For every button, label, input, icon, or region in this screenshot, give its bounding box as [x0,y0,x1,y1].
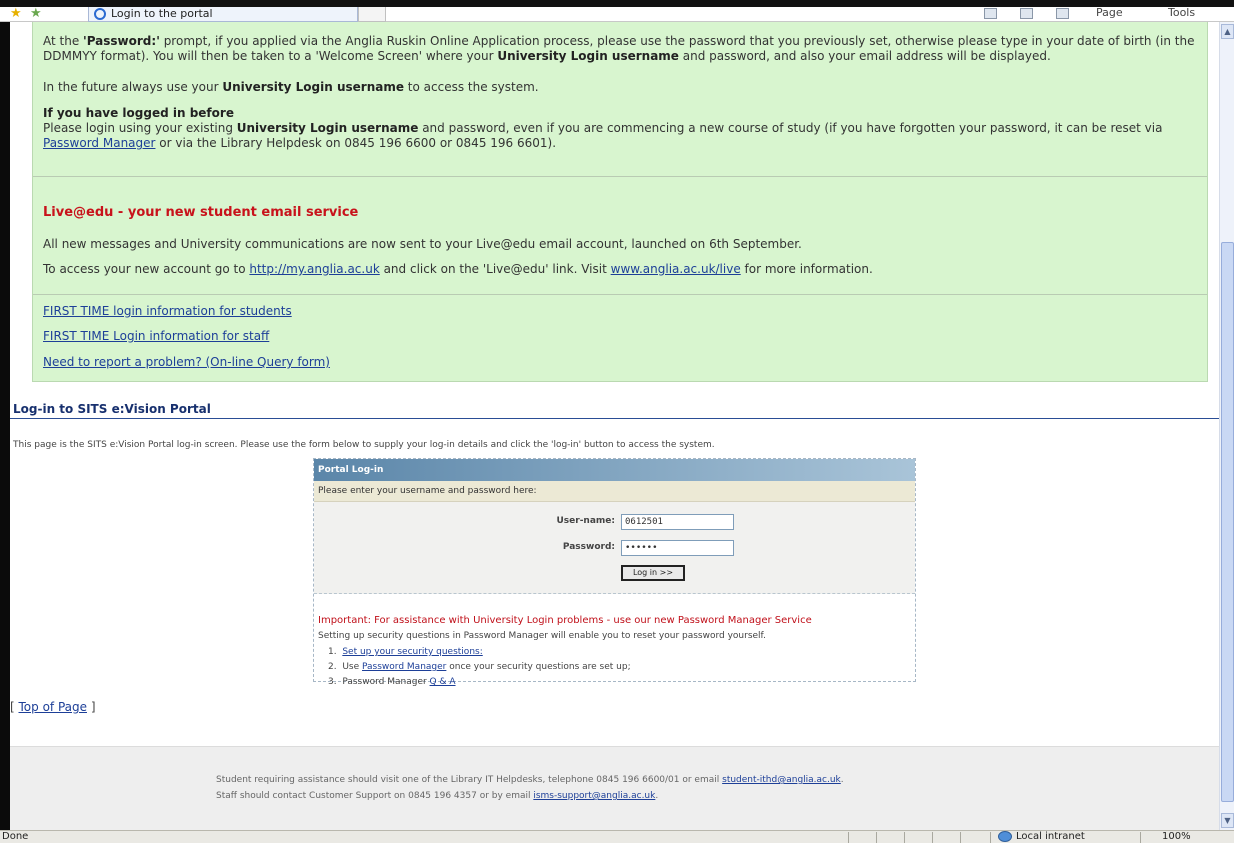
status-divider [1140,832,1141,843]
top-of-page-link[interactable]: Top of Page [19,700,88,714]
status-divider [990,832,991,843]
report-problem-link-row: Need to report a problem? (On-line Query… [43,355,1197,370]
isms-support-email-link[interactable]: isms-support@anglia.ac.uk [533,791,655,801]
window-edge [0,0,1234,7]
password-manager-link-2[interactable]: Password Manager [362,662,446,672]
tools-menu[interactable]: Tools [1168,6,1195,19]
scroll-down-icon[interactable]: ▼ [1221,813,1234,828]
divider [33,176,1207,177]
feeds-icon[interactable] [1020,8,1033,19]
footer-student-help: Student requiring assistance should visi… [216,775,844,785]
top-of-page: [ Top of Page ] [10,700,96,714]
student-ithd-email-link[interactable]: student-ithd@anglia.ac.uk [722,775,841,785]
login-button[interactable]: Log in >> [621,565,685,581]
logged-in-before-text: Please login using your existing Univers… [43,121,1163,150]
username-field[interactable]: 0612501 [621,514,734,530]
password-field[interactable]: •••••• [621,540,734,556]
footer-staff-help: Staff should contact Customer Support on… [216,791,659,801]
status-divider [904,832,905,843]
security-zone[interactable]: Local intranet [1016,831,1085,842]
section-title: Log-in to SITS e:Vision Portal [13,402,211,416]
step-3: 3. Password Manager Q & A [328,677,456,687]
status-text: Done [2,831,29,842]
tab-title: Login to the portal [111,7,213,20]
page-viewport: At the 'Password:' prompt, if you applie… [10,22,1219,830]
live-edu-text: All new messages and University communic… [43,237,802,251]
scroll-thumb[interactable] [1221,242,1234,802]
divider [33,294,1207,295]
vertical-scrollbar[interactable]: ▲ ▼ [1219,22,1234,830]
ie-page-icon [94,8,106,20]
future-login-note: In the future always use your University… [43,80,539,94]
footer: Student requiring assistance should visi… [10,746,1219,830]
browser-tab[interactable]: Login to the portal [88,7,358,22]
password-label: Password: [562,542,615,552]
first-time-staff-link[interactable]: FIRST TIME Login information for staff [43,329,269,343]
step-2: 2. Use Password Manager once your securi… [328,662,631,672]
print-icon[interactable] [1056,8,1069,19]
status-divider [932,832,933,843]
portal-login-box: Portal Log-in Please enter your username… [313,458,916,687]
zoom-level[interactable]: 100% [1162,831,1191,842]
password-manager-link[interactable]: Password Manager [43,136,155,150]
my-anglia-link[interactable]: http://my.anglia.ac.uk [249,262,379,276]
portal-login-title: Portal Log-in [314,459,915,481]
security-questions-info: Setting up security questions in Passwor… [318,631,766,641]
first-time-staff-link-row: FIRST TIME Login information for staff [43,329,1197,344]
scroll-up-icon[interactable]: ▲ [1221,24,1234,39]
status-divider [960,832,961,843]
live-edu-heading: Live@edu - your new student email servic… [43,205,359,220]
username-label: User-name: [556,516,615,526]
first-time-students-link-row: FIRST TIME login information for student… [43,304,1197,319]
live-edu-access-text: To access your new account go to http://… [43,262,873,276]
anglia-live-link[interactable]: www.anglia.ac.uk/live [611,262,741,276]
password-instructions: At the 'Password:' prompt, if you applie… [43,34,1195,63]
password-manager-qa-link[interactable]: Q & A [430,677,456,687]
report-problem-link[interactable]: Need to report a problem? (On-line Query… [43,355,330,369]
step-1: 1. Set up your security questions: [328,647,483,657]
portal-login-instruction: Please enter your username and password … [314,481,915,502]
logged-in-before-heading: If you have logged in before [43,106,234,120]
add-favorites-icon[interactable]: ★ [30,6,42,21]
login-form: User-name: 0612501 Password: •••••• Log … [314,502,915,594]
first-time-students-link[interactable]: FIRST TIME login information for student… [43,304,292,318]
status-divider [876,832,877,843]
status-bar: Done Local intranet 100% [0,830,1234,843]
new-tab-button[interactable] [358,7,386,22]
home-icon[interactable] [984,8,997,19]
left-frame [0,22,10,830]
portal-intro-text: This page is the SITS e:Vision Portal lo… [13,440,715,450]
login-info-panel: At the 'Password:' prompt, if you applie… [32,22,1208,382]
intranet-zone-icon [998,831,1012,842]
setup-security-questions-link[interactable]: Set up your security questions: [342,647,482,657]
section-rule [10,418,1219,419]
browser-tab-bar: ★ ★ Login to the portal Page Tools [0,0,1234,22]
favorites-star-icon[interactable]: ★ [10,6,22,21]
page-menu[interactable]: Page [1096,6,1123,19]
important-notice: Important: For assistance with Universit… [318,615,812,626]
status-divider [848,832,849,843]
